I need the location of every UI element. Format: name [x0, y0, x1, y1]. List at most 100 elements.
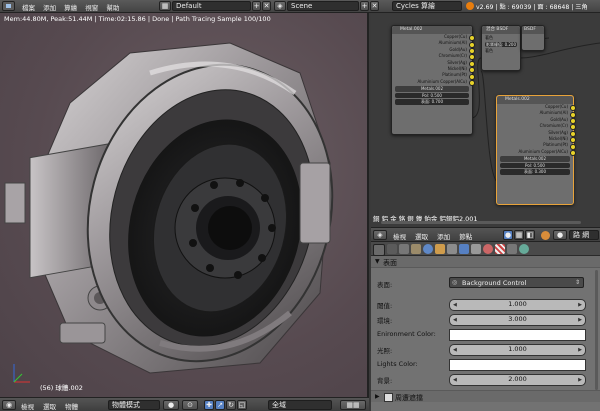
node-2-surface-field[interactable]: 表面: 0.300	[500, 169, 570, 175]
chevron-down-icon: ⇕	[574, 279, 580, 286]
bsdf-node[interactable]: BSDF	[521, 25, 545, 51]
world-tab-icon[interactable]	[423, 244, 433, 254]
close-layout-button[interactable]: ✕	[262, 1, 271, 11]
output-socket[interactable]: Aluminium Copper(AlCu)	[392, 79, 475, 87]
mix-bsdf-node[interactable]: 混合 BSDF 著色 影響權值: 0.200 著色	[481, 25, 521, 71]
transform-orientation-select[interactable]: 全域	[268, 400, 332, 410]
metal-node-2[interactable]: Metals.002 Copper(Cu) Aluminium(Al) Gold…	[496, 95, 576, 205]
node-2-pol-field[interactable]: Pol: 0.500	[500, 162, 570, 169]
surface-shader-select[interactable]: ◎ Background Control ⇕	[449, 277, 584, 288]
menu-object[interactable]: 物體	[65, 403, 78, 411]
material-ball-icon	[541, 231, 550, 240]
translate-manipulator[interactable]: ↗	[215, 400, 225, 410]
pivot-point-button[interactable]: ⊙	[182, 400, 198, 410]
constraints-tab-icon[interactable]	[447, 244, 457, 254]
axis-gizmo-icon	[13, 364, 30, 383]
blender-logo-icon	[466, 2, 474, 10]
surface-panel-header[interactable]: ▼ 表面	[371, 256, 600, 268]
metal-node-1[interactable]: Metal.002 Copper(Cu) Aluminium(Al) Gold(…	[391, 25, 475, 135]
mix-node-title: 混合 BSDF	[482, 26, 520, 34]
node-editor[interactable]: Metal.002 Copper(Cu) Aluminium(Al) Gold(…	[371, 13, 600, 227]
scene-tab-icon[interactable]	[411, 244, 421, 254]
menu-add[interactable]: 添加	[437, 233, 450, 241]
layers-tab-icon[interactable]	[399, 244, 409, 254]
material-browse-button[interactable]: ●	[553, 230, 567, 240]
shader-icon: ◎	[452, 279, 458, 286]
collapse-arrow-icon: ▶	[375, 393, 380, 400]
node-2-title: Metals.002	[497, 96, 573, 104]
background-label: 背景:	[377, 377, 393, 385]
data-tab-icon[interactable]	[471, 244, 481, 254]
particles-tab-icon[interactable]	[507, 244, 517, 254]
material-tab-icon[interactable]	[483, 244, 493, 254]
menu-window[interactable]: 視窗	[85, 2, 98, 12]
render-status-text: Mem:44.80M, Peak:51.44M | Time:02:15.86 …	[4, 15, 271, 23]
node-1-material-field[interactable]: Metals.002	[395, 86, 469, 92]
menu-view[interactable]: 檢視	[393, 233, 406, 241]
add-layout-button[interactable]: +	[252, 1, 261, 11]
screen-layout-field[interactable]: Default	[172, 1, 251, 11]
mix-node-field[interactable]: 著色	[485, 35, 517, 41]
shader-type-icon[interactable]: ●	[503, 230, 513, 240]
menu-bar: 檔案 添加 算繪 視窗 幫助	[22, 2, 119, 12]
menu-view[interactable]: 檢視	[21, 403, 34, 411]
scale-manipulator[interactable]: ◱	[237, 400, 247, 410]
top-header-bar: 檔案 添加 算繪 視窗 幫助 ▦ Default + ✕ ◈ Scene + ✕…	[0, 0, 600, 13]
manipulator-toggle[interactable]: ✚	[204, 400, 214, 410]
node-editor-scrollbar[interactable]	[381, 221, 581, 224]
background-field[interactable]: ◀ 2.000 ▶	[449, 374, 586, 386]
menu-render[interactable]: 算繪	[64, 2, 77, 12]
close-scene-button[interactable]: ✕	[370, 1, 379, 11]
menu-select[interactable]: 選取	[415, 233, 428, 241]
3d-viewport[interactable]: Mem:44.80M, Peak:51.44M | Time:02:15.86 …	[0, 13, 369, 397]
output-socket[interactable]: Aluminium Copper(AlCu)	[497, 149, 576, 157]
environment-label: 環境:	[377, 317, 393, 325]
editor-type-icon[interactable]: ◈	[373, 230, 387, 240]
texture-tab-icon[interactable]	[495, 244, 505, 254]
ambient-occlusion-checkbox[interactable]	[384, 393, 393, 402]
menu-file[interactable]: 檔案	[22, 2, 35, 12]
node-2-material-field[interactable]: Metals.002	[500, 156, 570, 162]
screen-layout-icon[interactable]: ▦	[159, 1, 171, 11]
modifiers-tab-icon[interactable]	[459, 244, 469, 254]
node-1-pol-field[interactable]: Pol: 0.500	[395, 92, 469, 99]
editor-type-icon[interactable]: ◉	[2, 400, 16, 410]
lighting-field[interactable]: ◀ 1.000 ▶	[449, 344, 586, 356]
compositor-type-icon[interactable]: ◧	[525, 230, 535, 240]
menu-add[interactable]: 添加	[43, 2, 56, 12]
physics-tab-icon[interactable]	[519, 244, 529, 254]
mix-node-field[interactable]: 著色	[485, 48, 517, 54]
environment-color-swatch[interactable]	[449, 329, 586, 341]
object-tab-icon[interactable]	[435, 244, 445, 254]
lights-color-label: Lights Color:	[377, 360, 418, 368]
mix-factor-field[interactable]: 影響權值: 0.200	[485, 41, 517, 47]
properties-tab-bar	[371, 242, 600, 256]
lights-color-swatch[interactable]	[449, 359, 586, 371]
layers-button[interactable]: ▦▦	[340, 400, 366, 410]
environment-field[interactable]: ◀ 3.000 ▶	[449, 314, 586, 326]
scene-icon[interactable]: ◈	[274, 1, 286, 11]
viewport-header: ◉ 檢視 選取 物體 物體模式 ● ⊙ ✚ ↗ ↻ ◱ 全域 ▦▦	[0, 397, 369, 411]
lighting-label: 光照:	[377, 347, 393, 355]
properties-scrollbar[interactable]	[595, 270, 598, 390]
rotate-manipulator[interactable]: ↻	[226, 400, 236, 410]
camera-tab-icon[interactable]	[387, 244, 397, 254]
info-editor-type-icon[interactable]	[2, 1, 15, 11]
add-scene-button[interactable]: +	[360, 1, 369, 11]
threshold-field[interactable]: ◀ 1.000 ▶	[449, 299, 586, 311]
menu-help[interactable]: 幫助	[106, 2, 119, 12]
render-tab-icon[interactable]	[373, 244, 385, 256]
node-1-title: Metal.002	[392, 26, 472, 34]
node-1-surface-field[interactable]: 表面: 0.700	[395, 99, 469, 105]
viewport-shading-button[interactable]: ●	[163, 400, 179, 410]
texture-type-icon[interactable]: ▦	[514, 230, 524, 240]
ambient-occlusion-panel-header[interactable]: ▶ 周遭遮擋	[371, 390, 600, 402]
surface-panel-title: 表面	[383, 259, 397, 267]
menu-select[interactable]: 選取	[43, 403, 56, 411]
interaction-mode-select[interactable]: 物體模式	[108, 400, 160, 410]
render-engine-select[interactable]: Cycles 算繪	[392, 1, 462, 11]
menu-node[interactable]: 節點	[459, 233, 472, 241]
scene-field[interactable]: Scene	[287, 1, 359, 11]
scene-stats: v2.69 | 點 : 69039 | 面 : 68648 | 三角	[476, 4, 588, 11]
material-name-field[interactable]: 路 網	[569, 230, 599, 240]
